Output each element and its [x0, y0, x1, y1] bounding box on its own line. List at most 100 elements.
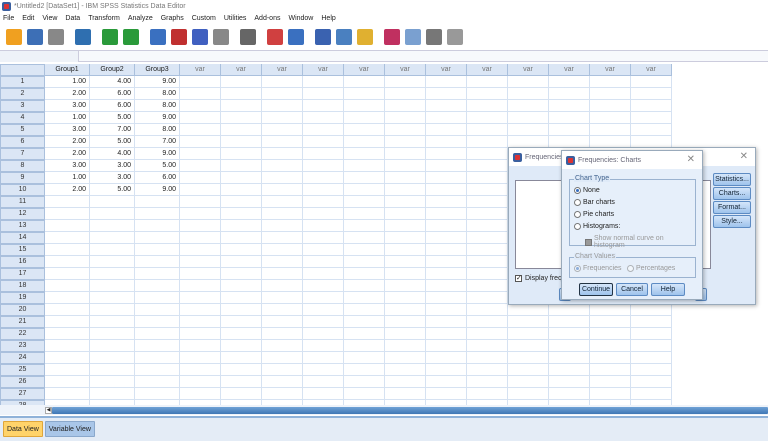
data-cell[interactable]: [631, 316, 672, 328]
row-header[interactable]: 26: [0, 376, 45, 388]
column-header[interactable]: Group1: [45, 64, 90, 76]
data-cell[interactable]: [385, 328, 426, 340]
weight-cases-icon[interactable]: [336, 28, 352, 45]
data-cell[interactable]: [221, 136, 262, 148]
row-header[interactable]: 22: [0, 328, 45, 340]
data-cell[interactable]: [344, 280, 385, 292]
row-header[interactable]: 20: [0, 304, 45, 316]
data-cell[interactable]: [467, 136, 508, 148]
data-cell[interactable]: [590, 88, 631, 100]
data-cell[interactable]: [385, 160, 426, 172]
data-cell[interactable]: [90, 388, 135, 400]
data-cell[interactable]: [385, 208, 426, 220]
data-cell[interactable]: [45, 340, 90, 352]
spell-check-icon[interactable]: [447, 28, 463, 45]
data-cell[interactable]: [303, 124, 344, 136]
column-header[interactable]: var: [508, 64, 549, 76]
data-cell[interactable]: [426, 76, 467, 88]
data-cell[interactable]: [385, 364, 426, 376]
statistics-button[interactable]: Statistics...: [713, 173, 751, 186]
data-cell[interactable]: [590, 100, 631, 112]
data-cell[interactable]: [467, 196, 508, 208]
row-header[interactable]: 16: [0, 256, 45, 268]
data-cell[interactable]: [180, 100, 221, 112]
data-cell[interactable]: [426, 208, 467, 220]
column-header[interactable]: var: [180, 64, 221, 76]
data-cell[interactable]: 9.00: [135, 76, 180, 88]
data-cell[interactable]: [262, 220, 303, 232]
show-all-variables-icon[interactable]: [426, 28, 442, 45]
tab-data-view[interactable]: Data View: [3, 421, 43, 437]
data-cell[interactable]: [426, 100, 467, 112]
data-cell[interactable]: [303, 244, 344, 256]
data-cell[interactable]: [344, 172, 385, 184]
data-cell[interactable]: [90, 268, 135, 280]
data-cell[interactable]: [508, 340, 549, 352]
style-button[interactable]: Style...: [713, 215, 751, 228]
data-cell[interactable]: [467, 280, 508, 292]
data-cell[interactable]: [262, 328, 303, 340]
data-cell[interactable]: 4.00: [90, 76, 135, 88]
data-cell[interactable]: [590, 364, 631, 376]
data-cell[interactable]: [45, 268, 90, 280]
data-cell[interactable]: [262, 76, 303, 88]
data-cell[interactable]: [45, 232, 90, 244]
corner-cell[interactable]: [0, 64, 45, 76]
data-cell[interactable]: [631, 364, 672, 376]
data-cell[interactable]: [385, 148, 426, 160]
data-cell[interactable]: [385, 376, 426, 388]
undo-icon[interactable]: [102, 28, 118, 45]
data-cell[interactable]: 6.00: [135, 172, 180, 184]
none-radio[interactable]: [574, 187, 581, 194]
data-cell[interactable]: [303, 316, 344, 328]
data-cell[interactable]: [590, 388, 631, 400]
data-cell[interactable]: [467, 160, 508, 172]
data-cell[interactable]: [303, 232, 344, 244]
data-cell[interactable]: [508, 352, 549, 364]
data-cell[interactable]: [426, 196, 467, 208]
data-cell[interactable]: [467, 256, 508, 268]
data-cell[interactable]: [385, 184, 426, 196]
data-cell[interactable]: [262, 184, 303, 196]
data-cell[interactable]: [262, 340, 303, 352]
data-cell[interactable]: [262, 112, 303, 124]
data-cell[interactable]: [303, 376, 344, 388]
dialog-recall-icon[interactable]: [75, 28, 91, 45]
data-cell[interactable]: [135, 280, 180, 292]
goto-variable-icon[interactable]: [171, 28, 187, 45]
tab-variable-view[interactable]: Variable View: [44, 421, 95, 437]
data-cell[interactable]: [180, 172, 221, 184]
column-header[interactable]: var: [549, 64, 590, 76]
data-cell[interactable]: [221, 148, 262, 160]
data-cell[interactable]: [221, 160, 262, 172]
data-cell[interactable]: [135, 388, 180, 400]
data-cell[interactable]: [344, 220, 385, 232]
data-cell[interactable]: [467, 112, 508, 124]
data-cell[interactable]: [508, 328, 549, 340]
data-cell[interactable]: [180, 208, 221, 220]
row-header[interactable]: 15: [0, 244, 45, 256]
data-cell[interactable]: [90, 328, 135, 340]
data-cell[interactable]: [262, 292, 303, 304]
data-cell[interactable]: [45, 292, 90, 304]
menu-help[interactable]: Help: [318, 15, 340, 22]
data-cell[interactable]: [135, 208, 180, 220]
data-cell[interactable]: [135, 328, 180, 340]
data-cell[interactable]: [590, 376, 631, 388]
menu-custom[interactable]: Custom: [189, 15, 221, 22]
data-cell[interactable]: [90, 280, 135, 292]
data-cell[interactable]: [45, 208, 90, 220]
data-cell[interactable]: [45, 280, 90, 292]
data-cell[interactable]: [467, 220, 508, 232]
data-cell[interactable]: [426, 148, 467, 160]
data-cell[interactable]: [45, 304, 90, 316]
data-cell[interactable]: [45, 352, 90, 364]
data-cell[interactable]: [549, 112, 590, 124]
data-cell[interactable]: [135, 256, 180, 268]
column-header[interactable]: var: [344, 64, 385, 76]
menu-view[interactable]: View: [39, 15, 62, 22]
data-cell[interactable]: [385, 220, 426, 232]
data-cell[interactable]: [590, 112, 631, 124]
data-cell[interactable]: [344, 328, 385, 340]
data-cell[interactable]: [467, 340, 508, 352]
